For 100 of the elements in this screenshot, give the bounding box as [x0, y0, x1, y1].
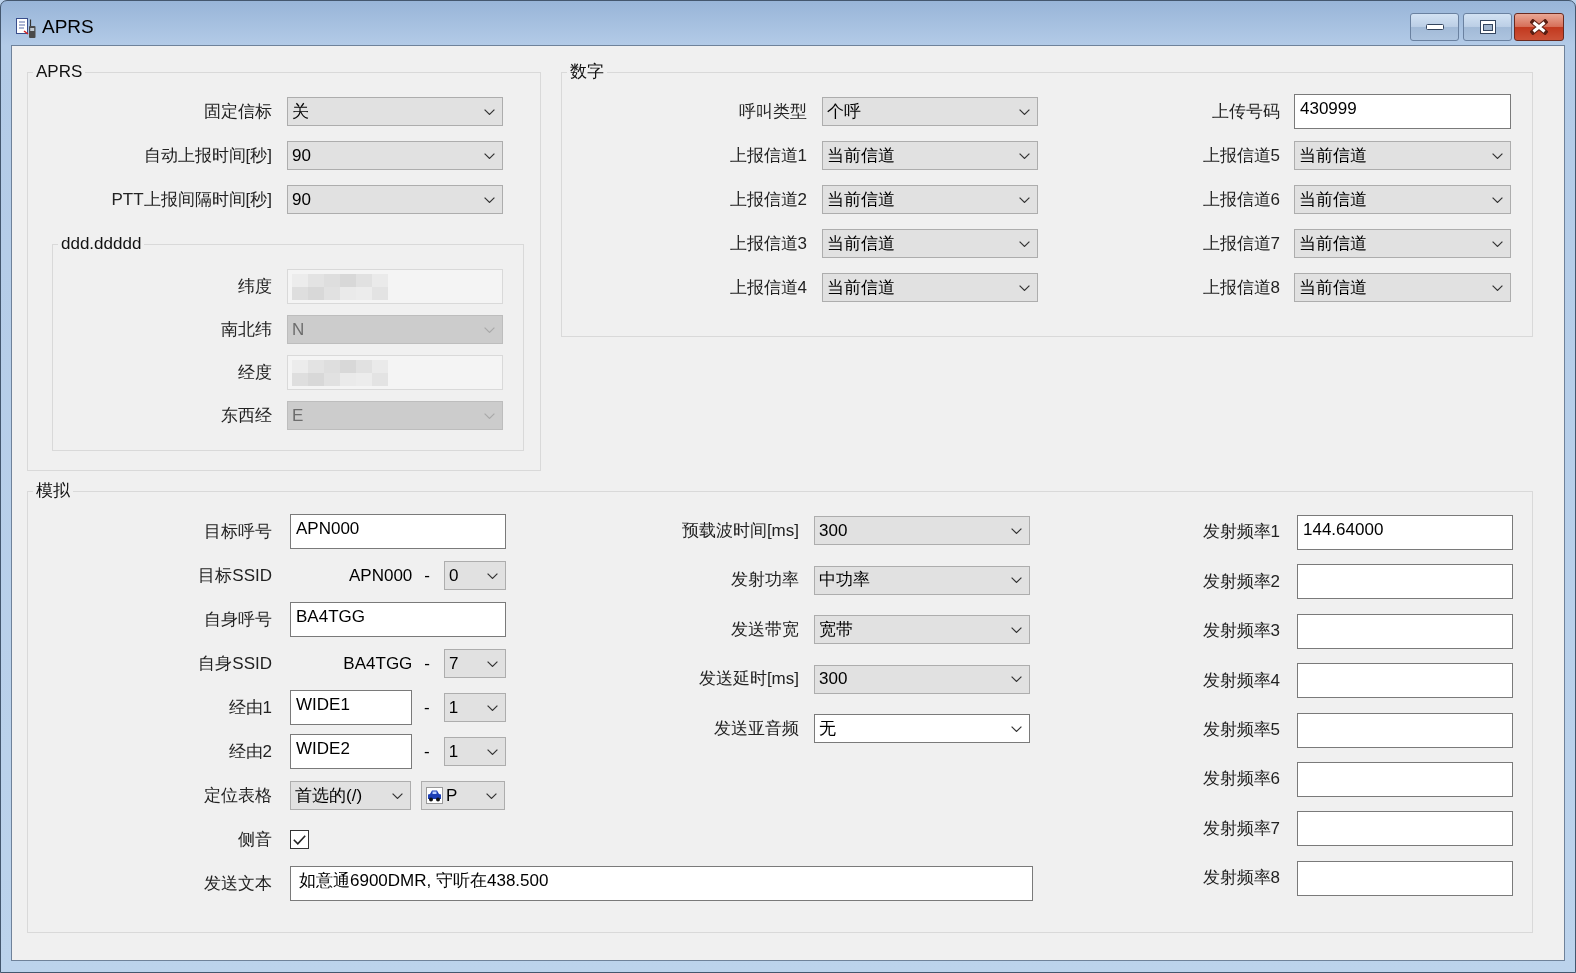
field-label: 发射功率 — [731, 570, 799, 591]
dropdown[interactable]: 当前信道 — [1294, 273, 1511, 302]
field-label: 发射频率1 — [1202, 522, 1280, 543]
text-field[interactable]: WIDE1 — [290, 690, 412, 725]
chevron-down-icon — [1011, 577, 1022, 584]
dropdown[interactable]: 无 — [814, 714, 1030, 744]
dropdown[interactable]: 1 — [443, 693, 506, 722]
field-label: 发送亚音频 — [714, 718, 799, 739]
text-field[interactable] — [1297, 564, 1513, 600]
dropdown[interactable]: 90 — [287, 141, 503, 170]
text-field[interactable]: 144.64000 — [1297, 515, 1513, 550]
group-title: 模拟 — [35, 481, 71, 501]
chevron-down-icon — [1492, 240, 1503, 247]
chevron-down-icon — [484, 108, 495, 115]
text-field[interactable] — [1297, 860, 1513, 896]
chevron-down-icon — [486, 704, 498, 711]
field-label: 上报信道8 — [1202, 277, 1280, 298]
dropdown[interactable]: 宽带 — [814, 615, 1030, 645]
chevron-down-icon — [392, 792, 403, 799]
checkbox[interactable] — [290, 830, 309, 849]
text-field[interactable]: APN000 — [290, 514, 506, 549]
field-label: 目标SSID — [198, 565, 272, 586]
chevron-down-icon — [1019, 196, 1030, 203]
dropdown[interactable]: 当前信道 — [822, 229, 1038, 258]
chevron-down-icon — [1011, 725, 1022, 732]
dropdown[interactable]: P — [421, 781, 505, 810]
field-label: 纬度 — [238, 276, 272, 297]
close-icon — [1530, 19, 1548, 35]
dropdown[interactable]: 首选的(/) — [290, 781, 411, 810]
window-title: APRS — [42, 15, 94, 39]
dropdown[interactable]: 300 — [814, 516, 1030, 546]
dropdown[interactable]: 当前信道 — [822, 185, 1038, 214]
maximize-icon — [1479, 20, 1496, 34]
chevron-down-icon — [1019, 240, 1030, 247]
text-field[interactable]: 如意通6900DMR, 守听在438.500 — [290, 866, 1033, 901]
field-label: 上报信道7 — [1202, 233, 1280, 254]
field-label: 发射频率2 — [1202, 571, 1280, 592]
field-label: 发送文本 — [204, 873, 272, 894]
dropdown[interactable]: 0 — [444, 561, 506, 590]
field-label: 自动上报时间[秒] — [143, 145, 272, 166]
chevron-down-icon — [1011, 626, 1022, 633]
maximize-button[interactable] — [1463, 13, 1512, 41]
text-field[interactable] — [1297, 811, 1513, 847]
text-field[interactable] — [1297, 712, 1513, 748]
chevron-down-icon — [1011, 527, 1022, 534]
field-label: 上报信道6 — [1202, 189, 1280, 210]
dropdown[interactable]: 7 — [444, 649, 506, 678]
field-label: 上传号码 — [1212, 101, 1280, 122]
dropdown[interactable]: 中功率 — [814, 565, 1030, 595]
dropdown[interactable]: 当前信道 — [1294, 185, 1511, 214]
chevron-down-icon — [1011, 676, 1022, 683]
field-label: 上报信道2 — [729, 189, 807, 210]
dropdown[interactable]: 关 — [287, 97, 503, 126]
field-label: 上报信道5 — [1202, 145, 1280, 166]
dropdown[interactable]: 1 — [443, 737, 506, 766]
field-label: 发射频率7 — [1202, 818, 1280, 839]
field-label: PTT上报间隔时间[秒] — [111, 189, 272, 210]
dropdown[interactable]: 当前信道 — [1294, 229, 1511, 258]
field-label: 预载波时间[ms] — [681, 520, 799, 541]
chevron-down-icon — [484, 326, 495, 333]
field-label: 上报信道3 — [729, 233, 807, 254]
text-field[interactable]: BA4TGG — [290, 602, 506, 637]
field-label: 定位表格 — [204, 785, 272, 806]
car-icon — [426, 787, 443, 804]
dropdown[interactable]: 90 — [287, 185, 503, 214]
close-button[interactable] — [1514, 13, 1564, 41]
chevron-down-icon — [486, 748, 498, 755]
field-label: 发送延时[ms] — [698, 669, 799, 690]
minimize-button[interactable] — [1410, 13, 1459, 41]
field-label: 上报信道1 — [729, 145, 807, 166]
field-label: 发射频率4 — [1202, 670, 1280, 691]
dropdown[interactable]: 个呼 — [822, 97, 1038, 126]
field-label: 经由2 — [228, 741, 272, 762]
dropdown[interactable]: 当前信道 — [822, 273, 1038, 302]
field-label: 发射频率5 — [1202, 720, 1280, 741]
text-field[interactable]: WIDE2 — [290, 734, 412, 769]
field-label: 东西经 — [221, 405, 272, 426]
dropdown[interactable]: 当前信道 — [1294, 141, 1511, 170]
dropdown[interactable]: 300 — [814, 664, 1030, 694]
chevron-down-icon — [1019, 108, 1030, 115]
chevron-down-icon — [1492, 196, 1503, 203]
chevron-down-icon — [487, 660, 498, 667]
chevron-down-icon — [486, 792, 497, 799]
separator: - — [424, 565, 430, 586]
chevron-down-icon — [1019, 284, 1030, 291]
group-title: ddd.ddddd — [60, 234, 143, 254]
text-field[interactable] — [1297, 761, 1513, 797]
chevron-down-icon — [1019, 152, 1030, 159]
field-label: 经度 — [238, 362, 272, 383]
text-field[interactable] — [1297, 663, 1513, 699]
text-field[interactable]: 430999 — [1294, 94, 1511, 129]
chevron-down-icon — [1492, 152, 1503, 159]
separator: - — [424, 697, 430, 718]
text-field[interactable] — [1297, 613, 1513, 649]
minimize-icon — [1425, 24, 1444, 30]
field-label: 发射频率6 — [1202, 769, 1280, 790]
field-label: 自身呼号 — [204, 609, 272, 630]
chevron-down-icon — [1492, 284, 1503, 291]
dropdown[interactable]: 当前信道 — [822, 141, 1038, 170]
field-label: 发射频率8 — [1202, 868, 1280, 889]
